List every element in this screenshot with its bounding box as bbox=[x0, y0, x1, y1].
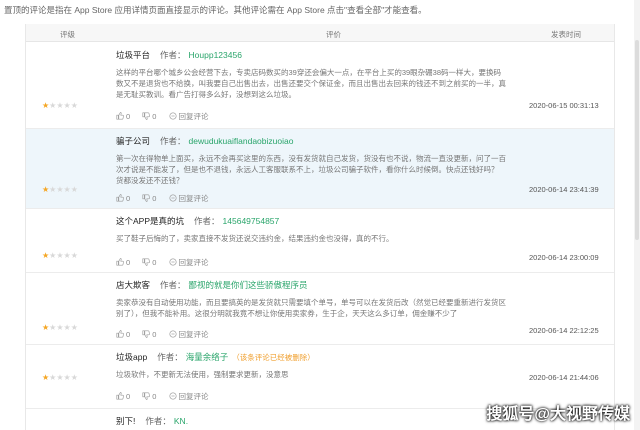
review-time: 2020-06-14 23:41:39 bbox=[529, 185, 599, 194]
like-button[interactable]: 0 bbox=[116, 194, 130, 203]
review-body: 垃圾软件，不更新无法使用，强制要求更新，没意思 bbox=[116, 370, 289, 379]
review-content: 店大欺客 作者： 鄙视的就是你们这些骄傲程序员 卖家恭没有自动使用功能，而且要搞英的… bbox=[116, 279, 506, 319]
star-rating: ★★★★★ bbox=[42, 185, 78, 194]
review-time: 2020-06-14 21:44:06 bbox=[529, 373, 599, 382]
column-header-review: 评价 bbox=[326, 30, 341, 39]
review-actions: 0 0 回复评论 bbox=[116, 257, 219, 268]
star-rating: ★★★★★ bbox=[42, 373, 78, 382]
review-author[interactable]: 鄙视的就是你们这些骄傲程序员 bbox=[189, 280, 308, 290]
reply-button[interactable]: 回复评论 bbox=[169, 330, 209, 339]
review-content: 垃圾app 作者： 海量余络子 （该条评论已经被删除） 垃圾软件，不更新无法使用，强制… bbox=[116, 351, 506, 380]
review-time: 2020-06-15 00:31:13 bbox=[529, 101, 599, 110]
author-label: 作者： bbox=[160, 50, 186, 60]
review-title: 骗子公司 bbox=[116, 136, 151, 146]
dislike-button[interactable]: 0 bbox=[142, 392, 156, 401]
like-button[interactable]: 0 bbox=[116, 112, 130, 121]
thumbs-down-icon bbox=[142, 194, 151, 202]
review-title: 垃圾平台 bbox=[116, 50, 151, 60]
review-content: 别下! 作者： KN. bbox=[116, 415, 506, 427]
review-body: 这样的平台哪个城乡公会经营下去，专卖店码数买的39穿还会偏大一点，在平台上买的3… bbox=[116, 68, 506, 99]
column-header-time: 发表时间 bbox=[551, 30, 581, 39]
thumbs-down-icon bbox=[142, 330, 151, 338]
thumbs-down-icon bbox=[142, 258, 151, 266]
review-content: 骗子公司 作者： dewudukuaiflandaobizuoiao 第一次在得物单… bbox=[116, 135, 506, 186]
dislike-button[interactable]: 0 bbox=[142, 258, 156, 267]
table-header: 评级 评价 发表时间 bbox=[26, 24, 614, 42]
author-label: 作者： bbox=[160, 136, 186, 146]
thumbs-down-icon bbox=[142, 392, 151, 400]
reply-icon bbox=[169, 194, 177, 202]
reply-icon bbox=[169, 258, 177, 266]
like-button[interactable]: 0 bbox=[116, 330, 130, 339]
table-row: ★★★★★ 店大欺客 作者： 鄙视的就是你们这些骄傲程序员 卖家恭没有自动使用功能，… bbox=[26, 273, 614, 345]
review-body: 买了鞋子后悔的了，卖家直接不发货还说交违约金，结果违约金也没得，真的不行。 bbox=[116, 234, 394, 243]
reply-button[interactable]: 回复评论 bbox=[169, 258, 209, 267]
author-label: 作者： bbox=[145, 416, 171, 426]
review-author[interactable]: dewudukuaiflandaobizuoiao bbox=[189, 136, 294, 146]
author-label: 作者： bbox=[194, 216, 220, 226]
table-row: ★★★★★ 垃圾平台 作者： Houpp123456 这样的平台哪个城乡公会经营下去… bbox=[26, 43, 614, 129]
review-title: 垃圾app bbox=[116, 352, 148, 362]
review-title-line: 店大欺客 作者： 鄙视的就是你们这些骄傲程序员 bbox=[116, 279, 506, 291]
review-author[interactable]: Houpp123456 bbox=[189, 50, 242, 60]
dislike-button[interactable]: 0 bbox=[142, 112, 156, 121]
thumbs-up-icon bbox=[116, 330, 124, 338]
review-body: 卖家恭没有自动使用功能，而且要搞英的是发货就只需要填个单号，单号可以在发货后改（… bbox=[116, 298, 506, 318]
thumbs-up-icon bbox=[116, 112, 124, 120]
thumbs-down-icon bbox=[142, 112, 151, 120]
reply-button[interactable]: 回复评论 bbox=[169, 392, 209, 401]
watermark: 搜狐号@大视野传媒 bbox=[486, 406, 630, 423]
star-rating: ★★★★★ bbox=[42, 323, 78, 332]
reply-icon bbox=[169, 392, 177, 400]
thumbs-up-icon bbox=[116, 194, 124, 202]
review-content: 这个APP是真的坑 作者： 145649754857 买了鞋子后悔的了，卖家直接不发… bbox=[116, 215, 506, 244]
review-title-line: 别下! 作者： KN. bbox=[116, 415, 506, 427]
author-label: 作者： bbox=[160, 280, 186, 290]
review-actions: 0 0 回复评论 bbox=[116, 111, 219, 122]
reply-button[interactable]: 回复评论 bbox=[169, 112, 209, 121]
like-button[interactable]: 0 bbox=[116, 258, 130, 267]
deleted-badge: （该条评论已经被删除） bbox=[232, 353, 315, 362]
review-actions: 0 0 回复评论 bbox=[116, 329, 219, 340]
review-author[interactable]: 海量余络子 bbox=[186, 352, 229, 362]
like-button[interactable]: 0 bbox=[116, 392, 130, 401]
table-row: ★★★★★ 这个APP是真的坑 作者： 145649754857 买了鞋子后悔的了，… bbox=[26, 209, 614, 273]
review-content: 垃圾平台 作者： Houpp123456 这样的平台哪个城乡公会经营下去，专卖店码数… bbox=[116, 49, 506, 100]
review-actions: 0 0 回复评论 bbox=[116, 193, 219, 204]
review-title: 店大欺客 bbox=[116, 280, 151, 290]
review-actions: 0 0 回复评论 bbox=[116, 391, 219, 402]
notice-text: 置顶的评论是指在 App Store 应用详情页面直接显示的评论。其他评论需在 … bbox=[4, 5, 427, 15]
reply-icon bbox=[169, 112, 177, 120]
thumbs-up-icon bbox=[116, 258, 124, 266]
page-scrollbar[interactable] bbox=[634, 0, 640, 430]
review-time: 2020-06-14 22:12:25 bbox=[529, 326, 599, 335]
review-title-line: 骗子公司 作者： dewudukuaiflandaobizuoiao bbox=[116, 135, 506, 147]
reviews-table: 评级 评价 发表时间 ★★★★★ 垃圾平台 作者： Houpp123456 这样的平… bbox=[25, 24, 615, 430]
reply-icon bbox=[169, 330, 177, 338]
review-time: 2020-06-14 23:00:09 bbox=[529, 253, 599, 262]
review-author[interactable]: 145649754857 bbox=[223, 216, 280, 226]
review-title: 别下! bbox=[116, 416, 136, 426]
reply-button[interactable]: 回复评论 bbox=[169, 194, 209, 203]
review-title-line: 这个APP是真的坑 作者： 145649754857 bbox=[116, 215, 506, 227]
review-author[interactable]: KN. bbox=[174, 416, 188, 426]
dislike-button[interactable]: 0 bbox=[142, 330, 156, 339]
review-body: 第一次在得物单上面买，永远不会再买这里的东西，没有发货就自己发货，货没有也不说，… bbox=[116, 154, 506, 185]
table-row: ★★★★★ 骗子公司 作者： dewudukuaiflandaobizuoiao 第… bbox=[26, 129, 614, 209]
scrollbar-thumb[interactable] bbox=[635, 40, 639, 240]
star-rating: ★★★★★ bbox=[42, 251, 78, 260]
star-rating: ★★★★★ bbox=[42, 101, 78, 110]
review-title-line: 垃圾平台 作者： Houpp123456 bbox=[116, 49, 506, 61]
column-header-rating: 评级 bbox=[60, 30, 75, 39]
review-title-line: 垃圾app 作者： 海量余络子 （该条评论已经被删除） bbox=[116, 351, 506, 363]
dislike-button[interactable]: 0 bbox=[142, 194, 156, 203]
author-label: 作者： bbox=[157, 352, 183, 362]
thumbs-up-icon bbox=[116, 392, 124, 400]
review-title: 这个APP是真的坑 bbox=[116, 216, 185, 226]
